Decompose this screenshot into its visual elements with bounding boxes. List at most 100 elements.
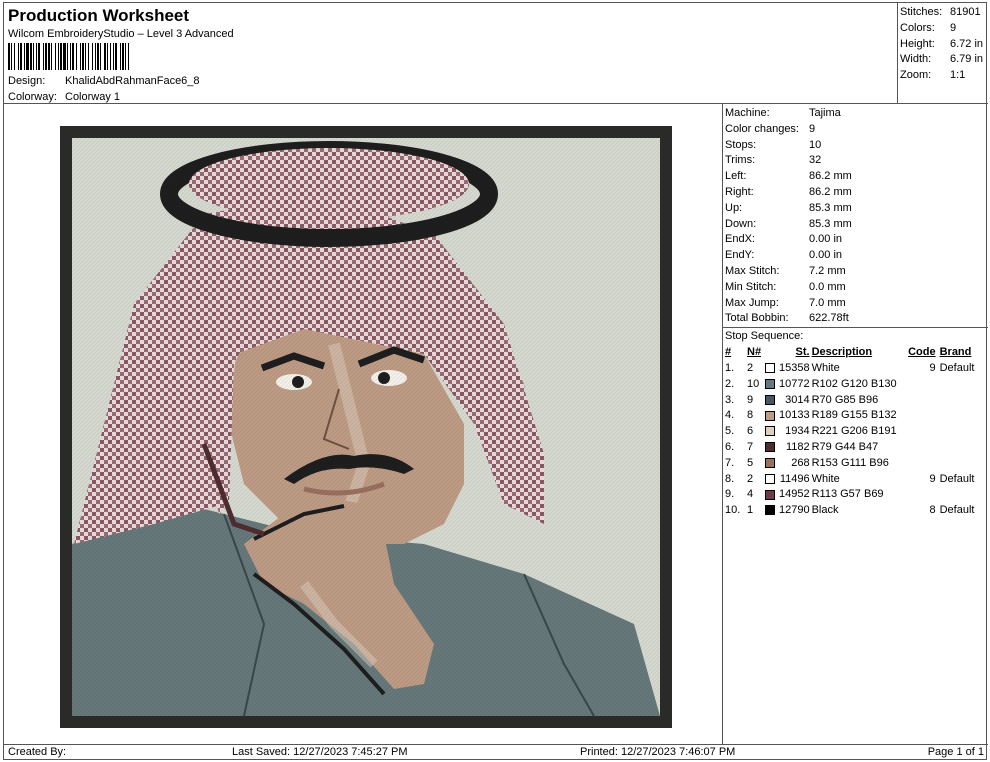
design-stats: Stitches: 81901 Colors: 9 Height: 6.72 in W… xyxy=(897,3,988,104)
thread-code xyxy=(908,487,940,503)
swatch-box xyxy=(765,505,775,516)
needle-number: 7 xyxy=(747,441,754,454)
table-row: 9. 4 14952 R113 G57 B69 xyxy=(725,487,988,503)
portrait xyxy=(72,138,660,717)
stop-number: 1. xyxy=(725,362,735,375)
stat-value: 6.72 in xyxy=(950,37,984,50)
stop-number: 9. xyxy=(725,488,735,501)
info-value: 86.2 mm xyxy=(809,185,852,198)
thread-brand xyxy=(940,376,988,392)
info-label: Left: xyxy=(725,170,747,183)
stop-number: 3. xyxy=(725,393,735,406)
color-description: R79 G44 B47 xyxy=(811,441,879,454)
stop-number: 8. xyxy=(725,472,735,485)
info-value: 7.2 mm xyxy=(809,264,846,277)
thread-code: 9 xyxy=(929,472,936,485)
swatch-box xyxy=(765,426,775,437)
info-value: 0.00 in xyxy=(809,233,843,246)
stitch-count: 14952 xyxy=(779,488,810,501)
color-swatch xyxy=(765,455,779,471)
color-swatch xyxy=(765,360,779,376)
info-label: EndX: xyxy=(725,233,755,246)
stat-row: Stitches: 81901 xyxy=(900,5,988,21)
table-row: 1. 2 15358 White 9 Default xyxy=(725,360,988,376)
info-row: Machine: Tajima xyxy=(723,106,988,122)
swatch-box xyxy=(765,410,775,421)
stitch-count: 1182 xyxy=(785,441,810,454)
table-row: 5. 6 1934 R221 G206 B191 xyxy=(725,423,988,439)
stitch-count: 11496 xyxy=(779,472,810,485)
needle-number: 1 xyxy=(747,504,754,517)
color-description: White xyxy=(811,472,840,485)
col-header-num: # xyxy=(725,346,732,359)
stat-row: Zoom: 1:1 xyxy=(900,68,988,84)
info-label: Min Stitch: xyxy=(725,280,777,293)
color-description: R113 G57 B69 xyxy=(811,488,884,501)
barcode-bar xyxy=(129,43,131,70)
info-value: 622.78ft xyxy=(809,312,849,325)
table-row: 10. 1 12790 Black 8 Default xyxy=(725,502,988,518)
stat-row: Colors: 9 xyxy=(900,21,988,37)
thread-code xyxy=(908,408,940,424)
swatch-box xyxy=(765,489,775,500)
info-row: Left: 86.2 mm xyxy=(723,169,988,185)
info-value: 32 xyxy=(809,154,822,167)
embroidery-design-image xyxy=(60,126,672,728)
stitch-count: 10772 xyxy=(779,377,810,390)
info-label: EndY: xyxy=(725,249,755,262)
stop-number: 4. xyxy=(725,409,735,422)
info-row: Up: 85.3 mm xyxy=(723,201,988,217)
info-row: Max Stitch: 7.2 mm xyxy=(723,264,988,280)
design-preview xyxy=(4,104,723,744)
stat-value: 6.79 in xyxy=(950,53,984,66)
info-label: Trims: xyxy=(725,154,756,167)
stitch-count: 268 xyxy=(791,456,810,469)
stop-number: 6. xyxy=(725,441,735,454)
swatch-box xyxy=(765,363,775,374)
color-swatch xyxy=(765,423,779,439)
swatch-box xyxy=(765,378,775,389)
col-header-needle: N# xyxy=(747,346,762,359)
col-header-brand: Brand xyxy=(939,346,972,359)
thread-code: 9 xyxy=(929,362,936,375)
machine-info-panel: Machine: Tajima Color changes: 9 Stops: 10 … xyxy=(723,104,988,744)
stat-label: Zoom: xyxy=(900,69,932,82)
info-row: Trims: 32 xyxy=(723,153,988,169)
needle-number: 10 xyxy=(747,377,760,390)
thread-brand xyxy=(940,423,988,439)
thread-brand: Default xyxy=(939,362,975,375)
machine-info-list: Machine: Tajima Color changes: 9 Stops: 10 … xyxy=(723,104,988,327)
table-row: 3. 9 3014 R70 G85 B96 xyxy=(725,392,988,408)
thread-brand xyxy=(940,392,988,408)
table-row: 8. 2 11496 White 9 Default xyxy=(725,471,988,487)
stitch-count: 3014 xyxy=(785,393,810,406)
page-number: Page 1 of 1 xyxy=(927,746,984,758)
color-description: White xyxy=(811,362,840,375)
info-value: 7.0 mm xyxy=(809,296,846,309)
stat-value: 1:1 xyxy=(950,69,966,82)
stop-number: 7. xyxy=(725,456,735,469)
color-description: R221 G206 B191 xyxy=(811,425,897,438)
stitch-count: 15358 xyxy=(779,362,810,375)
stat-label: Width: xyxy=(900,53,932,66)
software-name: Wilcom EmbroideryStudio – Level 3 Advanc… xyxy=(8,28,234,40)
stop-sequence-title: Stop Sequence: xyxy=(723,327,988,344)
info-value: Tajima xyxy=(809,107,841,119)
thread-code xyxy=(908,455,940,471)
info-value: 0.00 in xyxy=(809,249,843,262)
info-label: Down: xyxy=(725,217,757,230)
stat-value: 9 xyxy=(950,21,957,34)
stop-number: 10. xyxy=(725,504,741,517)
worksheet: Production Worksheet Wilcom EmbroiderySt… xyxy=(3,2,988,760)
needle-number: 2 xyxy=(747,472,754,485)
design-row: Design: KhalidAbdRahmanFace6_8 xyxy=(8,75,200,87)
table-row: 7. 5 268 R153 G111 B96 xyxy=(725,455,988,471)
info-row: Down: 85.3 mm xyxy=(723,217,988,233)
color-swatch xyxy=(765,392,779,408)
swatch-box xyxy=(765,457,775,468)
color-description: Black xyxy=(811,504,839,517)
table-row: 2. 10 10772 R102 G120 B130 xyxy=(725,376,988,392)
info-row: Max Jump: 7.0 mm xyxy=(723,296,988,312)
needle-number: 8 xyxy=(747,409,754,422)
color-swatch xyxy=(765,376,779,392)
